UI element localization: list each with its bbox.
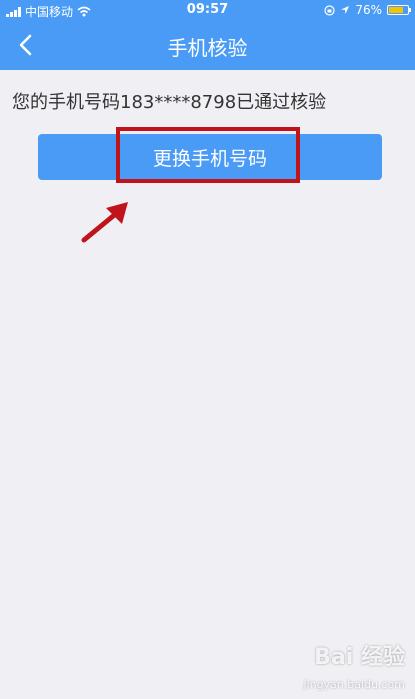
verification-status-text: 您的手机号码183****8798已通过核验	[12, 92, 327, 113]
battery-percent: 76%	[355, 3, 382, 17]
battery-fill	[389, 7, 403, 13]
watermark-url: jingyan.baidu.com	[303, 678, 405, 691]
watermark-logo: Bai 经验	[314, 645, 405, 670]
arrow-annotation-icon	[81, 202, 128, 243]
status-bar-right: 76%	[324, 3, 411, 17]
nav-bar: 手机核验	[0, 20, 415, 70]
status-bar: 中国移动 09:57 76%	[0, 0, 415, 20]
page-title: 手机核验	[167, 36, 248, 60]
highlight-annotation	[116, 127, 300, 183]
orientation-lock-icon	[324, 4, 335, 16]
battery-icon	[387, 5, 411, 15]
location-icon	[341, 6, 350, 14]
